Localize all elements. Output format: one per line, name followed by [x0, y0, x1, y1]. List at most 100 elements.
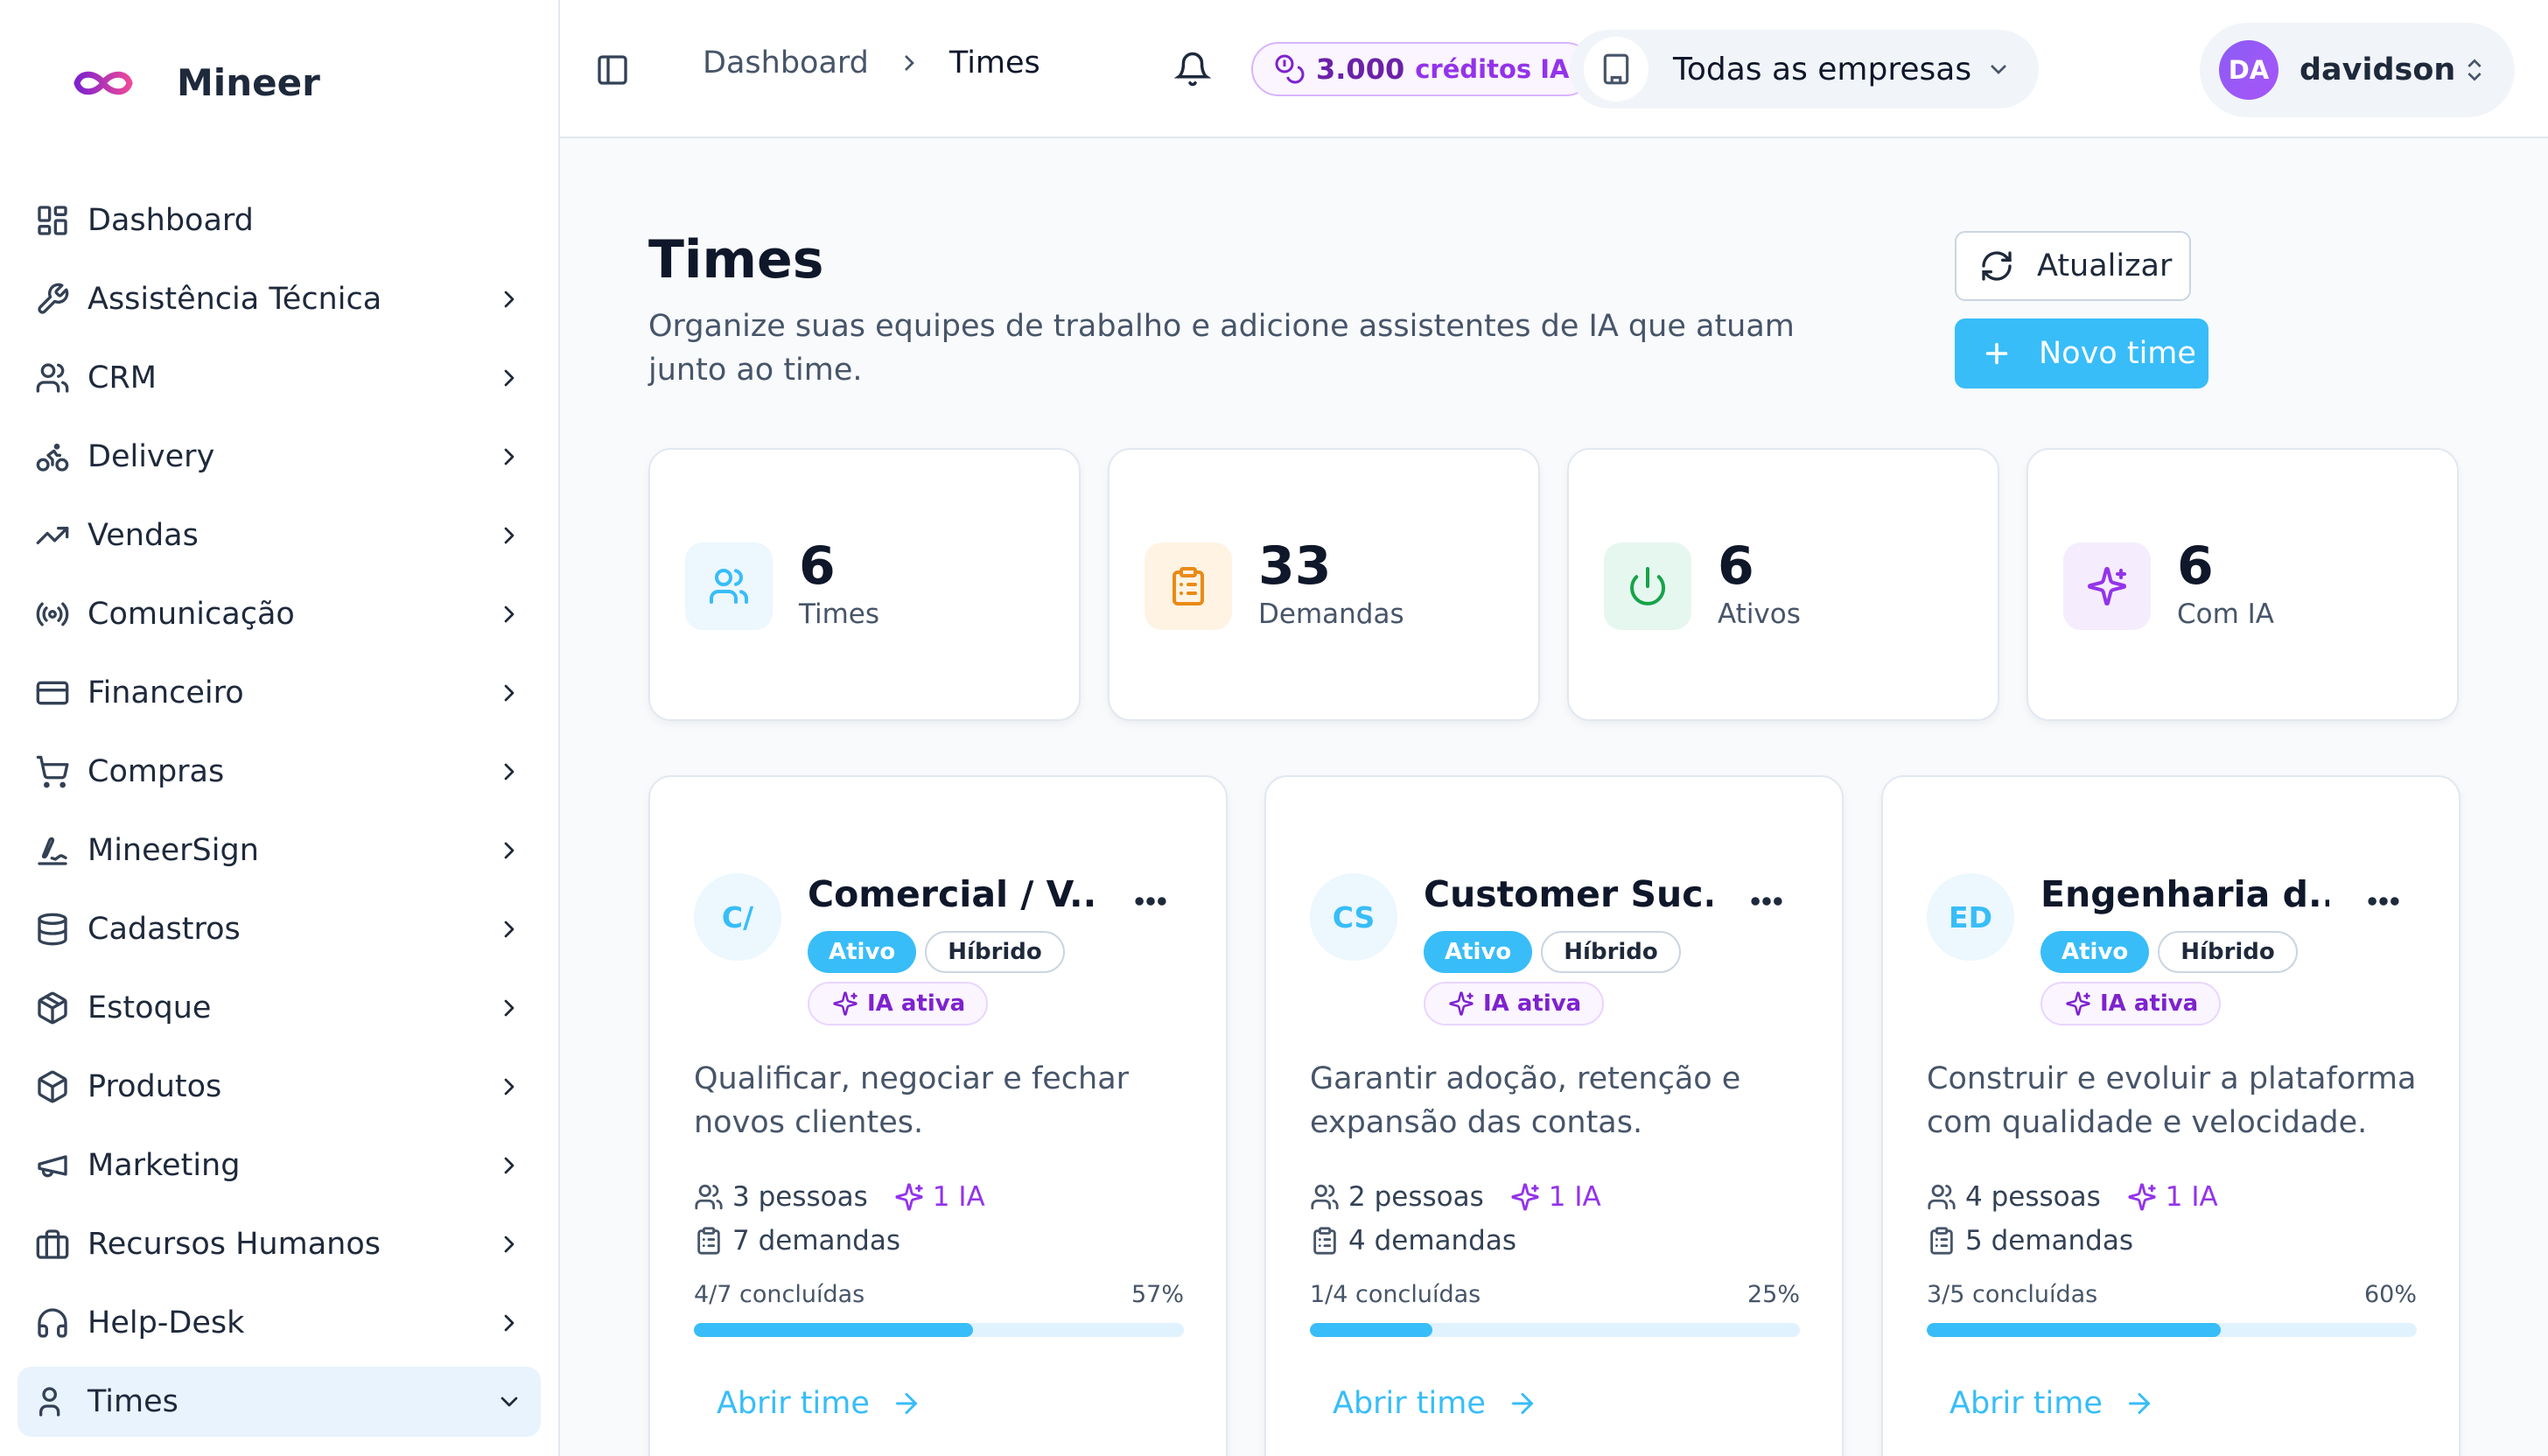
team-card[interactable]: CS Customer Suc... Ativo Híbrido IA ativa Gar…	[1264, 775, 1844, 1456]
breadcrumb: Dashboard Times	[703, 46, 1040, 80]
team-card[interactable]: C/Comercial / V... Ativo Híbrido IA ativa Qu…	[648, 775, 1228, 1456]
sidebar-item-label: Comunicação	[88, 597, 295, 632]
dashboard-icon	[35, 203, 70, 238]
coins-icon	[1274, 53, 1306, 85]
chevrons-up-down-icon	[2460, 56, 2488, 84]
users-icon	[685, 542, 773, 630]
team-name: Customer Suc...	[1424, 873, 1712, 915]
status-badge: Ativo	[2040, 931, 2150, 973]
sidebar-item-help-desk[interactable]: Help-Desk	[18, 1288, 541, 1358]
topbar: Dashboard Times 3.000 créditos IA Todas …	[560, 0, 2548, 138]
headphones-icon	[35, 1306, 70, 1340]
sidebar-item-label: Delivery	[88, 439, 215, 474]
sidebar-item-delivery[interactable]: Delivery	[18, 422, 541, 492]
user-icon	[35, 1384, 70, 1419]
sidebar-item-vendas[interactable]: Vendas	[18, 500, 541, 570]
sidebar-item-label: Cadastros	[88, 912, 241, 947]
refresh-icon	[1979, 248, 2014, 284]
status-badge: Ativo	[1424, 931, 1533, 973]
chevron-right-icon	[495, 758, 523, 786]
breadcrumb-dashboard[interactable]: Dashboard	[703, 46, 869, 80]
arrow-right-icon	[1507, 1388, 1538, 1419]
ai-active-badge: IA ativa	[1424, 982, 1605, 1026]
progress-labels: 3/5 concluídas 60%	[1927, 1281, 2417, 1308]
progress-fill	[1927, 1323, 2221, 1337]
mode-badge: Híbrido	[1541, 931, 1681, 973]
sparkles-icon	[894, 1182, 924, 1212]
credit-card-icon	[35, 676, 70, 710]
ellipsis-icon[interactable]	[2364, 882, 2403, 908]
wrench-icon	[35, 282, 70, 317]
sidebar-item-dashboard[interactable]: Dashboard	[18, 186, 541, 256]
user-name: davidson	[2300, 52, 2456, 88]
sidebar-item-mineersign[interactable]: MineerSign	[18, 816, 541, 886]
refresh-button[interactable]: Atualizar	[1955, 231, 2191, 301]
stat-card-com-ia: 6 Com IA	[2026, 448, 2459, 721]
ellipsis-icon[interactable]	[1747, 882, 1786, 908]
sidebar-item-compras[interactable]: Compras	[18, 737, 541, 807]
ellipsis-icon[interactable]	[1131, 882, 1170, 908]
chevron-right-icon	[495, 994, 523, 1022]
sidebar-item-label: Compras	[88, 754, 225, 789]
chevron-right-icon	[895, 49, 923, 77]
stat-label: Com IA	[2177, 598, 2275, 630]
sidebar-item-comunicacao[interactable]: Comunicação	[18, 579, 541, 649]
app-logo[interactable]: Mineer	[70, 61, 320, 104]
company-selector[interactable]: Todas as empresas	[1570, 30, 2039, 108]
bike-icon	[35, 439, 70, 474]
sidebar-item-financeiro[interactable]: Financeiro	[18, 658, 541, 728]
team-avatar: C/	[694, 873, 781, 961]
sidebar-item-marketing[interactable]: Marketing	[18, 1130, 541, 1200]
avatar: DA	[2219, 40, 2278, 100]
power-icon	[1604, 542, 1691, 630]
progress-bar	[1927, 1323, 2417, 1337]
team-description: Garantir adoção, retenção e expansão das…	[1310, 1061, 1741, 1140]
stat-value: 33	[1258, 536, 1332, 597]
new-team-button[interactable]: Novo time	[1955, 318, 2208, 388]
people-count: 4 pessoas	[1965, 1181, 2101, 1213]
sidebar-item-label: Marketing	[88, 1148, 241, 1183]
sidebar-item-label: Vendas	[88, 518, 199, 553]
open-team-link[interactable]: Abrir time	[717, 1386, 922, 1421]
chevron-right-icon	[495, 600, 523, 628]
status-badge: Ativo	[808, 931, 917, 973]
clipboard-icon	[694, 1226, 724, 1256]
chevron-right-icon	[495, 836, 523, 864]
bell-icon[interactable]	[1174, 51, 1211, 88]
stat-label: Ativos	[1718, 598, 1801, 630]
ai-credits-badge[interactable]: 3.000 créditos IA	[1251, 42, 1594, 96]
team-members-meta: 3 pessoas 1 IA	[694, 1181, 985, 1213]
sidebar-item-estoque[interactable]: Estoque	[18, 973, 541, 1043]
user-menu[interactable]: DA davidson	[2200, 23, 2515, 117]
people-count: 2 pessoas	[1348, 1181, 1484, 1213]
stat-card-demandas: 33 Demandas	[1108, 448, 1540, 721]
sparkles-icon	[2063, 542, 2151, 630]
sidebar-toggle-icon[interactable]	[595, 52, 630, 88]
sparkles-icon	[832, 990, 858, 1017]
sidebar-item-recursos-humanos[interactable]: Recursos Humanos	[18, 1209, 541, 1279]
users-icon	[1927, 1182, 1956, 1212]
sidebar-item-assistencia-tecnica[interactable]: Assistência Técnica	[18, 264, 541, 334]
sidebar-item-cadastros[interactable]: Cadastros	[18, 894, 541, 964]
clipboard-icon	[1144, 542, 1232, 630]
signature-icon	[35, 833, 70, 868]
open-team-link[interactable]: Abrir time	[1333, 1386, 1538, 1421]
team-description: Construir e evoluir a plataforma com qua…	[1927, 1061, 2417, 1140]
progress-percent: 25%	[1746, 1281, 1800, 1308]
team-demands-meta: 5 demandas	[1927, 1225, 2133, 1256]
team-card[interactable]: ED Engenharia d... Ativo Híbrido IA ativa Con…	[1881, 775, 2460, 1456]
sidebar-item-times[interactable]: Times	[18, 1367, 541, 1437]
sidebar-item-label: MineerSign	[88, 833, 259, 868]
chevron-right-icon	[495, 364, 523, 392]
progress-fill	[1310, 1323, 1432, 1337]
sidebar-item-produtos[interactable]: Produtos	[18, 1052, 541, 1122]
sidebar-nav: Dashboard Assistência Técnica CRM Delivery V…	[18, 186, 541, 1446]
chevron-right-icon	[495, 1152, 523, 1180]
page-title: Times	[648, 229, 824, 290]
megaphone-icon	[35, 1148, 70, 1183]
database-icon	[35, 912, 70, 947]
team-badges: Ativo Híbrido	[1424, 931, 1681, 973]
sidebar-item-crm[interactable]: CRM	[18, 343, 541, 413]
chevron-right-icon	[495, 1230, 523, 1258]
open-team-link[interactable]: Abrir time	[1950, 1386, 2155, 1421]
